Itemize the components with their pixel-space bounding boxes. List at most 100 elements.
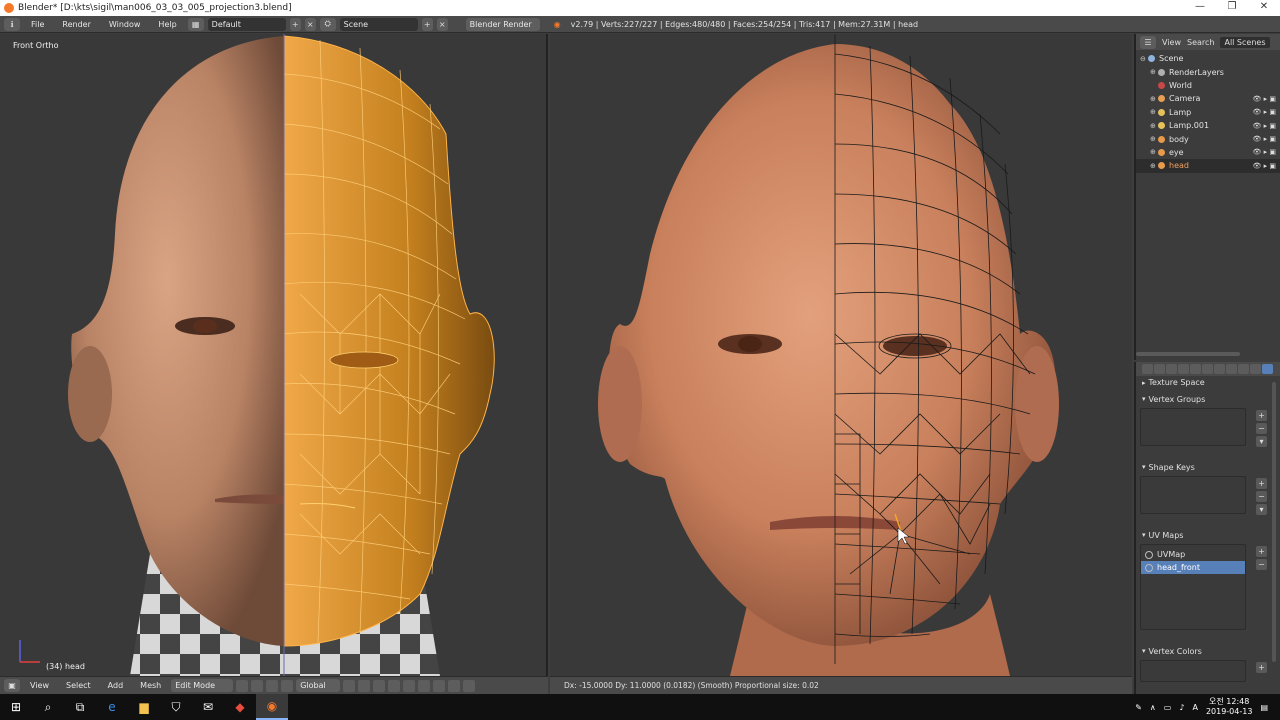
blender-taskbar-icon[interactable]: ◉ [256,694,288,720]
remove-vertex-group-button[interactable]: − [1256,423,1267,434]
visibility-toggles[interactable]: 👁 ▸ ▣ [1253,108,1276,116]
uv-maps-list[interactable]: UVMap head_front [1140,544,1246,630]
mesh-data-tab-icon[interactable] [1262,364,1273,374]
menu-mesh[interactable]: Mesh [133,681,168,690]
uv-map-item[interactable]: UVMap [1141,548,1245,561]
outliner-item-renderlayers[interactable]: ⊕ RenderLayers [1136,65,1280,78]
mail-icon[interactable]: ✉ [192,694,224,720]
outliner-item-lamp[interactable]: ⊕ Lamp 👁 ▸ ▣ [1136,106,1280,119]
collapse-icon[interactable]: ⊖ [1140,55,1148,63]
editor-type-icon[interactable]: ℹ [4,17,20,31]
notification-icon[interactable]: ▤ [1260,703,1268,712]
render-layers-tab-icon[interactable] [1154,364,1165,374]
outliner-tab-view[interactable]: View [1162,38,1181,47]
expand-icon[interactable]: ⊕ [1150,95,1158,103]
mode-select[interactable]: Edit Mode [171,679,234,692]
edge-select-icon[interactable] [358,679,371,692]
layout-grid-icon[interactable]: ▦ [187,17,204,31]
add-layout-icon[interactable]: + [289,17,301,31]
occlude-icon[interactable] [388,679,401,692]
remove-layout-icon[interactable]: × [304,17,316,31]
minimize-button[interactable]: — [1184,0,1216,16]
render-engine-select[interactable]: Blender Render [465,17,540,31]
outliner-item-world[interactable]: World [1136,79,1280,92]
language-icon[interactable]: A [1192,703,1197,712]
panel-vertex-colors[interactable]: ▾ Vertex Colors [1136,644,1280,658]
file-explorer-icon[interactable]: ▆ [128,694,160,720]
network-icon[interactable]: ▭ [1164,703,1172,712]
expand-icon[interactable]: ⊕ [1150,68,1158,76]
viewport-right[interactable] [550,34,1132,676]
expand-icon[interactable]: ⊕ [1150,122,1158,130]
add-vertex-color-button[interactable]: + [1256,662,1267,673]
expand-icon[interactable]: ⊕ [1150,108,1158,116]
translate-icon[interactable] [281,679,294,692]
edge-browser-icon[interactable]: e [96,694,128,720]
texture-tab-icon[interactable] [1250,364,1261,374]
menu-window[interactable]: Window [102,20,148,29]
clock[interactable]: 오전 12:48 2019-04-13 [1206,697,1253,717]
maximize-button[interactable]: ❐ [1216,0,1248,16]
outliner-scrollbar[interactable] [1136,352,1240,356]
material-tab-icon[interactable] [1238,364,1249,374]
visibility-toggles[interactable]: 👁 ▸ ▣ [1253,122,1276,130]
snap-icon[interactable] [433,679,446,692]
search-icon[interactable]: ⌕ [32,694,64,720]
visibility-toggles[interactable]: 👁 ▸ ▣ [1253,135,1276,143]
outliner-item-eye[interactable]: ⊕ eye 👁 ▸ ▣ [1136,146,1280,159]
scene-tab-icon[interactable] [1166,364,1177,374]
layout-field[interactable]: Default [207,17,286,31]
pivot-icon[interactable] [251,679,264,692]
expand-icon[interactable]: ⊕ [1150,162,1158,170]
properties-scrollbar[interactable] [1272,382,1276,662]
outliner-item-lamp-001[interactable]: ⊕ Lamp.001 👁 ▸ ▣ [1136,119,1280,132]
menu-file[interactable]: File [24,20,51,29]
panel-texture-space[interactable]: ▸ Texture Space [1136,376,1280,389]
scene-field[interactable]: Scene [339,17,418,31]
panel-vertex-groups[interactable]: ▾ Vertex Groups [1136,392,1280,406]
vertex-colors-list[interactable] [1140,660,1246,682]
outliner-item-body[interactable]: ⊕ body 👁 ▸ ▣ [1136,132,1280,145]
constraints-tab-icon[interactable] [1202,364,1213,374]
panel-uv-maps[interactable]: ▾ UV Maps [1136,528,1280,542]
add-shape-key-button[interactable]: + [1256,478,1267,489]
orientation-select[interactable]: Global [296,679,341,692]
vertex-select-icon[interactable] [343,679,356,692]
add-vertex-group-button[interactable]: + [1256,410,1267,421]
remove-scene-icon[interactable]: × [436,17,448,31]
snap-element-icon[interactable] [448,679,461,692]
modifiers-tab-icon[interactable] [1214,364,1225,374]
3d-view-editor-icon[interactable]: ▣ [4,679,20,692]
proportional-edit-icon[interactable] [403,679,416,692]
falloff-icon[interactable] [418,679,431,692]
menu-add[interactable]: Add [101,681,131,690]
uv-map-item-active[interactable]: head_front [1141,561,1245,574]
chevron-up-icon[interactable]: ∧ [1150,703,1156,712]
outliner-editor-icon[interactable]: ☰ [1140,35,1156,49]
object-tab-icon[interactable] [1190,364,1201,374]
task-view-icon[interactable]: ⧉ [64,694,96,720]
outliner-tab-search[interactable]: Search [1187,38,1214,47]
render-tab-icon[interactable] [1142,364,1153,374]
expand-icon[interactable]: ⊕ [1150,135,1158,143]
outliner-tab-all-scenes[interactable]: All Scenes [1220,36,1270,48]
render-preview-icon[interactable] [463,679,476,692]
remove-shape-key-button[interactable]: − [1256,491,1267,502]
scene-icon[interactable]: ⛭ [319,17,336,31]
outliner-item-scene[interactable]: ⊖ Scene [1136,52,1280,65]
menu-help[interactable]: Help [151,20,183,29]
shape-key-menu-button[interactable]: ▾ [1256,504,1267,515]
menu-render[interactable]: Render [55,20,97,29]
world-tab-icon[interactable] [1178,364,1189,374]
manipulator-icon[interactable] [266,679,279,692]
menu-select[interactable]: Select [59,681,98,690]
store-icon[interactable]: ⛉ [160,694,192,720]
visibility-toggles[interactable]: 👁 ▸ ▣ [1253,162,1276,170]
app-icon[interactable]: ◆ [224,694,256,720]
face-select-icon[interactable] [373,679,386,692]
add-uv-map-button[interactable]: + [1256,546,1267,557]
volume-icon[interactable]: ♪ [1179,703,1184,712]
vertex-groups-list[interactable] [1140,408,1246,446]
add-scene-icon[interactable]: + [421,17,433,31]
start-windows-icon[interactable]: ⊞ [0,694,32,720]
